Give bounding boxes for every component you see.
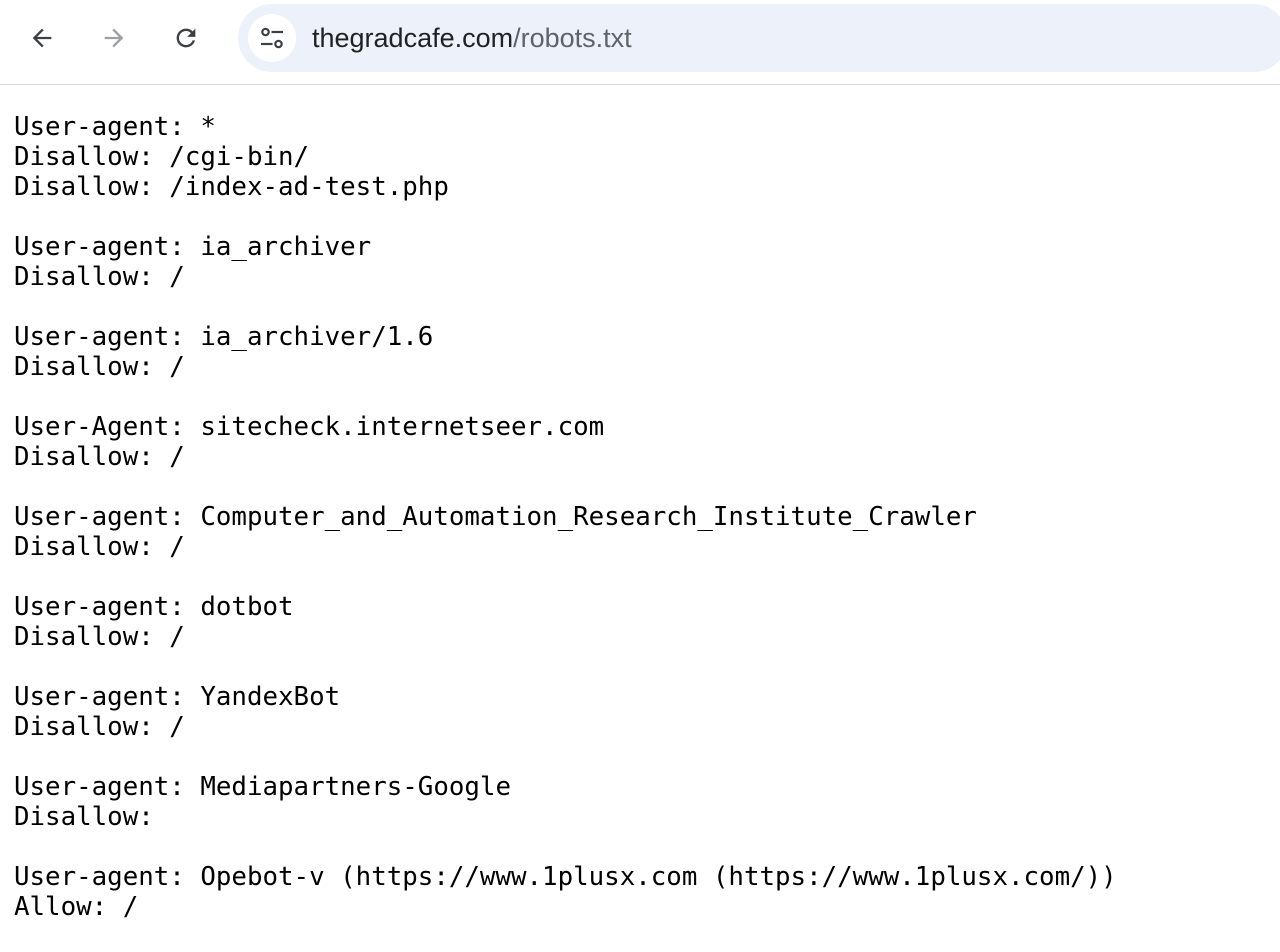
robots-line: User-agent: Opebot-v (https://www.1plusx… bbox=[14, 862, 1117, 892]
robots-line: User-agent: YandexBot bbox=[14, 682, 341, 712]
address-bar[interactable]: thegradcafe.com/robots.txt bbox=[238, 4, 1280, 72]
arrow-right-icon bbox=[104, 28, 124, 48]
robots-line: User-agent: Computer_and_Automation_Rese… bbox=[14, 502, 977, 532]
robots-line: User-agent: ia_archiver/1.6 bbox=[14, 322, 434, 352]
robots-line: Disallow: bbox=[14, 802, 154, 832]
robots-line: Disallow: / bbox=[14, 622, 185, 652]
reload-button[interactable] bbox=[166, 18, 206, 58]
robots-line: User-Agent: sitecheck.internetseer.com bbox=[14, 412, 605, 442]
site-info-button[interactable] bbox=[248, 14, 296, 62]
robots-line: Disallow: / bbox=[14, 532, 185, 562]
forward-button[interactable] bbox=[94, 18, 134, 58]
robots-line: User-agent: * bbox=[14, 112, 216, 142]
url-path: /robots.txt bbox=[513, 23, 632, 53]
robots-line: User-agent: Mediapartners-Google bbox=[14, 772, 511, 802]
robots-line: Allow: / bbox=[14, 892, 139, 922]
browser-toolbar: thegradcafe.com/robots.txt bbox=[0, 0, 1280, 85]
back-button[interactable] bbox=[22, 18, 62, 58]
url-host: thegradcafe.com bbox=[312, 23, 514, 53]
robots-line: User-agent: dotbot bbox=[14, 592, 294, 622]
robots-line: User-agent: ia_archiver bbox=[14, 232, 372, 262]
robots-line: Disallow: / bbox=[14, 712, 185, 742]
robots-txt-body: User-agent: * Disallow: /cgi-bin/ Disall… bbox=[14, 112, 1117, 922]
arrow-left-icon bbox=[32, 28, 52, 48]
robots-line: Disallow: / bbox=[14, 262, 185, 292]
robots-line: Disallow: /index-ad-test.php bbox=[14, 172, 449, 202]
tune-icon bbox=[261, 27, 283, 49]
url-text[interactable]: thegradcafe.com/robots.txt bbox=[312, 4, 632, 72]
robots-line: Disallow: / bbox=[14, 442, 185, 472]
page-content: User-agent: * Disallow: /cgi-bin/ Disall… bbox=[14, 112, 1117, 922]
robots-line: Disallow: / bbox=[14, 352, 185, 382]
robots-line: Disallow: /cgi-bin/ bbox=[14, 142, 310, 172]
reload-icon bbox=[176, 28, 196, 48]
